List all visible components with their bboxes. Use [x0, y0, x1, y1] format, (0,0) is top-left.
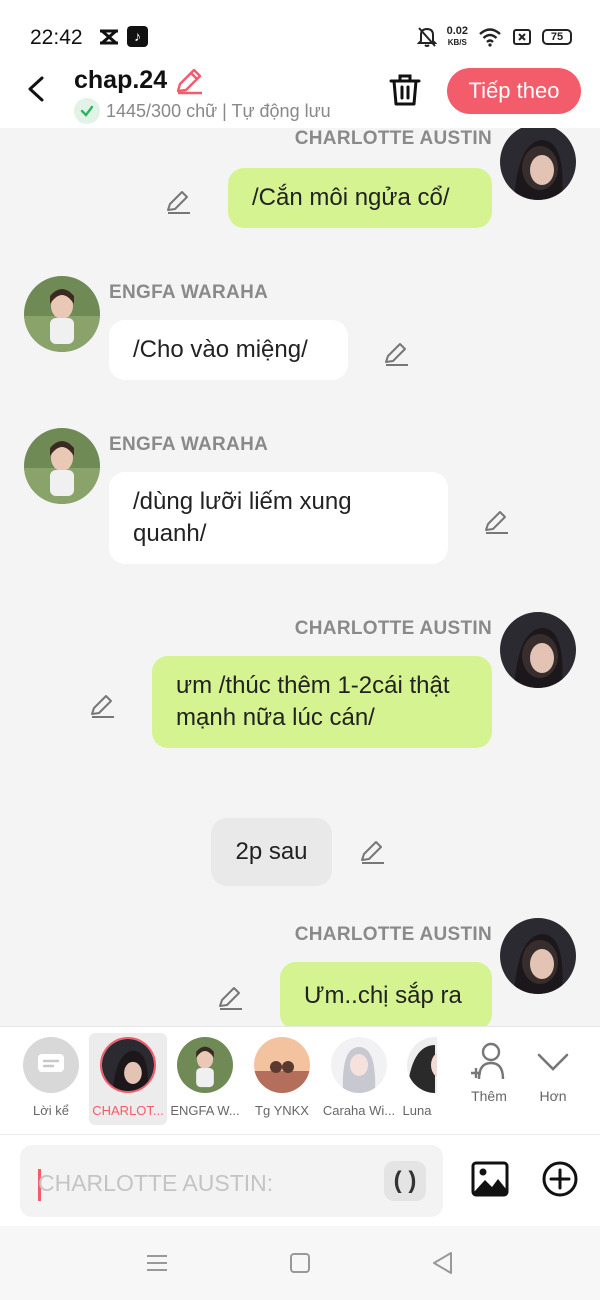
- avatar: [254, 1037, 310, 1093]
- menu-icon[interactable]: [144, 1250, 170, 1276]
- avatar: [331, 1037, 387, 1093]
- avatar: [100, 1037, 156, 1093]
- avatar-charlotte[interactable]: [500, 612, 576, 688]
- character-engfa[interactable]: ENGFA W...: [166, 1033, 244, 1125]
- back-triangle-icon[interactable]: [430, 1250, 456, 1276]
- character-label: Lời kể: [33, 1103, 69, 1118]
- edit-message-pencil-icon[interactable]: [164, 188, 192, 216]
- capcut-icon: [100, 29, 118, 45]
- edit-message-pencil-icon[interactable]: [88, 692, 116, 720]
- image-icon[interactable]: [470, 1159, 510, 1199]
- add-circle-icon[interactable]: [540, 1159, 580, 1199]
- network-speed-value: 0.02: [446, 25, 468, 37]
- chat-area[interactable]: CHARLOTTE AUSTIN /Cắn môi ngửa cổ/ ENGFA…: [0, 128, 600, 1026]
- avatar-engfa[interactable]: [24, 276, 100, 352]
- avatar-charlotte[interactable]: [500, 128, 576, 200]
- avatar-engfa[interactable]: [24, 428, 100, 504]
- edit-message-pencil-icon[interactable]: [382, 340, 410, 368]
- status-bar: 22:42 ♪ 0.02 KB/S 75: [0, 0, 600, 68]
- message-input-bar: ( ): [0, 1134, 600, 1226]
- network-speed: 0.02 KB/S: [447, 26, 468, 48]
- more-characters-button[interactable]: Hơn: [514, 1033, 592, 1125]
- speaker-name: CHARLOTTE AUSTIN: [294, 128, 492, 149]
- sim-icon: [513, 29, 531, 45]
- network-speed-unit: KB/S: [447, 38, 467, 47]
- editor-header: chap.24 1445/300 chữ | Tự động lưu Tiếp …: [0, 66, 600, 128]
- message-bubble[interactable]: /Cắn môi ngửa cổ/: [228, 168, 492, 228]
- character-label: ENGFA W...: [170, 1103, 240, 1118]
- character-caraha[interactable]: Caraha Wi...: [320, 1033, 398, 1125]
- status-time: 22:42: [30, 26, 83, 49]
- message-input[interactable]: [38, 1163, 378, 1203]
- narration-bubble[interactable]: 2p sau: [211, 818, 332, 886]
- tiktok-icon: ♪: [127, 26, 148, 47]
- system-nav-bar: [0, 1226, 600, 1300]
- check-icon: [74, 98, 100, 124]
- battery-indicator: 75: [542, 29, 572, 45]
- speaker-name: ENGFA WARAHA: [109, 282, 269, 303]
- character-label: Luna: [402, 1103, 432, 1118]
- speaker-name: CHARLOTTE AUSTIN: [294, 924, 492, 945]
- speaker-name: ENGFA WARAHA: [109, 434, 269, 455]
- home-square-icon[interactable]: [287, 1250, 313, 1276]
- character-tg-ynkx[interactable]: Tg YNKX: [243, 1033, 321, 1125]
- narration-icon: [23, 1037, 79, 1093]
- avatar: [407, 1037, 437, 1093]
- word-count-save-text: 1445/300 chữ | Tự động lưu: [106, 100, 331, 121]
- edit-message-pencil-icon[interactable]: [358, 838, 386, 866]
- character-label: Caraha Wi...: [322, 1103, 396, 1118]
- autosave-status: 1445/300 chữ | Tự động lưu: [74, 98, 331, 124]
- avatar-charlotte[interactable]: [500, 918, 576, 994]
- message-bubble[interactable]: /dùng lưỡi liếm xung quanh/: [109, 472, 448, 564]
- speaker-name: CHARLOTTE AUSTIN: [294, 618, 492, 639]
- edit-message-pencil-icon[interactable]: [216, 984, 244, 1012]
- message-bubble[interactable]: Ưm..chị sắp ra: [280, 962, 492, 1026]
- character-label: CHARLOT...: [92, 1103, 164, 1118]
- action-parentheses-button[interactable]: ( ): [384, 1161, 426, 1201]
- character-charlotte[interactable]: CHARLOT...: [89, 1033, 167, 1125]
- mute-bell-icon: [416, 27, 437, 47]
- message-bubble[interactable]: /Cho vào miệng/: [109, 320, 348, 380]
- chapter-title[interactable]: chap.24: [74, 66, 167, 95]
- back-arrow-icon[interactable]: [22, 74, 52, 104]
- more-label: Hơn: [539, 1088, 567, 1104]
- trash-icon[interactable]: [387, 72, 423, 108]
- edit-title-pencil-icon[interactable]: [174, 67, 204, 95]
- add-person-icon: [471, 1042, 505, 1080]
- character-narrator[interactable]: Lời kể: [12, 1033, 90, 1125]
- character-label: Tg YNKX: [255, 1103, 309, 1118]
- avatar: [177, 1037, 233, 1093]
- next-button[interactable]: Tiếp theo: [447, 68, 581, 114]
- message-input-container[interactable]: ( ): [20, 1145, 443, 1217]
- edit-message-pencil-icon[interactable]: [482, 508, 510, 536]
- character-luna[interactable]: Luna: [397, 1033, 437, 1125]
- character-selector: Lời kể CHARLOT... ENGFA W... Tg YNKX Car…: [0, 1026, 600, 1134]
- message-bubble[interactable]: ưm /thúc thêm 1-2cái thật mạnh nữa lúc c…: [152, 656, 492, 748]
- chevron-down-icon: [537, 1053, 569, 1071]
- wifi-icon: [479, 28, 501, 47]
